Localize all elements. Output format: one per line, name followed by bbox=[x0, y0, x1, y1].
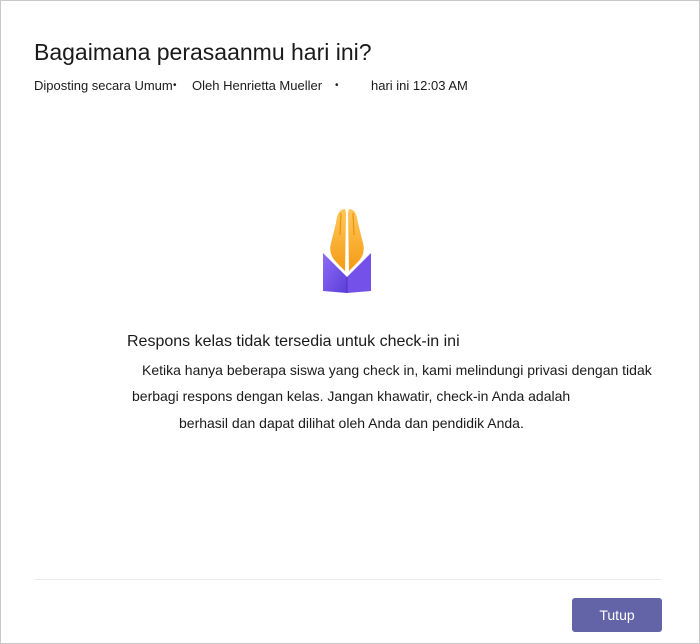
info-text-line: Ketika hanya beberapa siswa yang check i… bbox=[142, 362, 652, 378]
meta-separator: • bbox=[335, 80, 339, 91]
info-text-line: berhasil dan dapat dilihat oleh Anda dan… bbox=[179, 415, 524, 431]
close-button[interactable]: Tutup bbox=[572, 598, 662, 632]
meta-separator: • bbox=[173, 80, 177, 91]
footer-divider bbox=[34, 579, 662, 580]
posted-visibility: Diposting secara Umum bbox=[34, 78, 173, 93]
checkin-dialog: Bagaimana perasaanmu hari ini? Diposting… bbox=[0, 0, 700, 644]
post-time: hari ini 12:03 AM bbox=[371, 78, 468, 93]
folded-hands-icon bbox=[323, 209, 371, 293]
post-author: Oleh Henrietta Mueller bbox=[192, 78, 323, 93]
info-text-line: berbagi respons dengan kelas. Jangan kha… bbox=[132, 388, 571, 404]
dialog-title: Bagaimana perasaanmu hari ini? bbox=[34, 39, 372, 65]
unavailable-heading: Respons kelas tidak tersedia untuk check… bbox=[127, 333, 460, 350]
